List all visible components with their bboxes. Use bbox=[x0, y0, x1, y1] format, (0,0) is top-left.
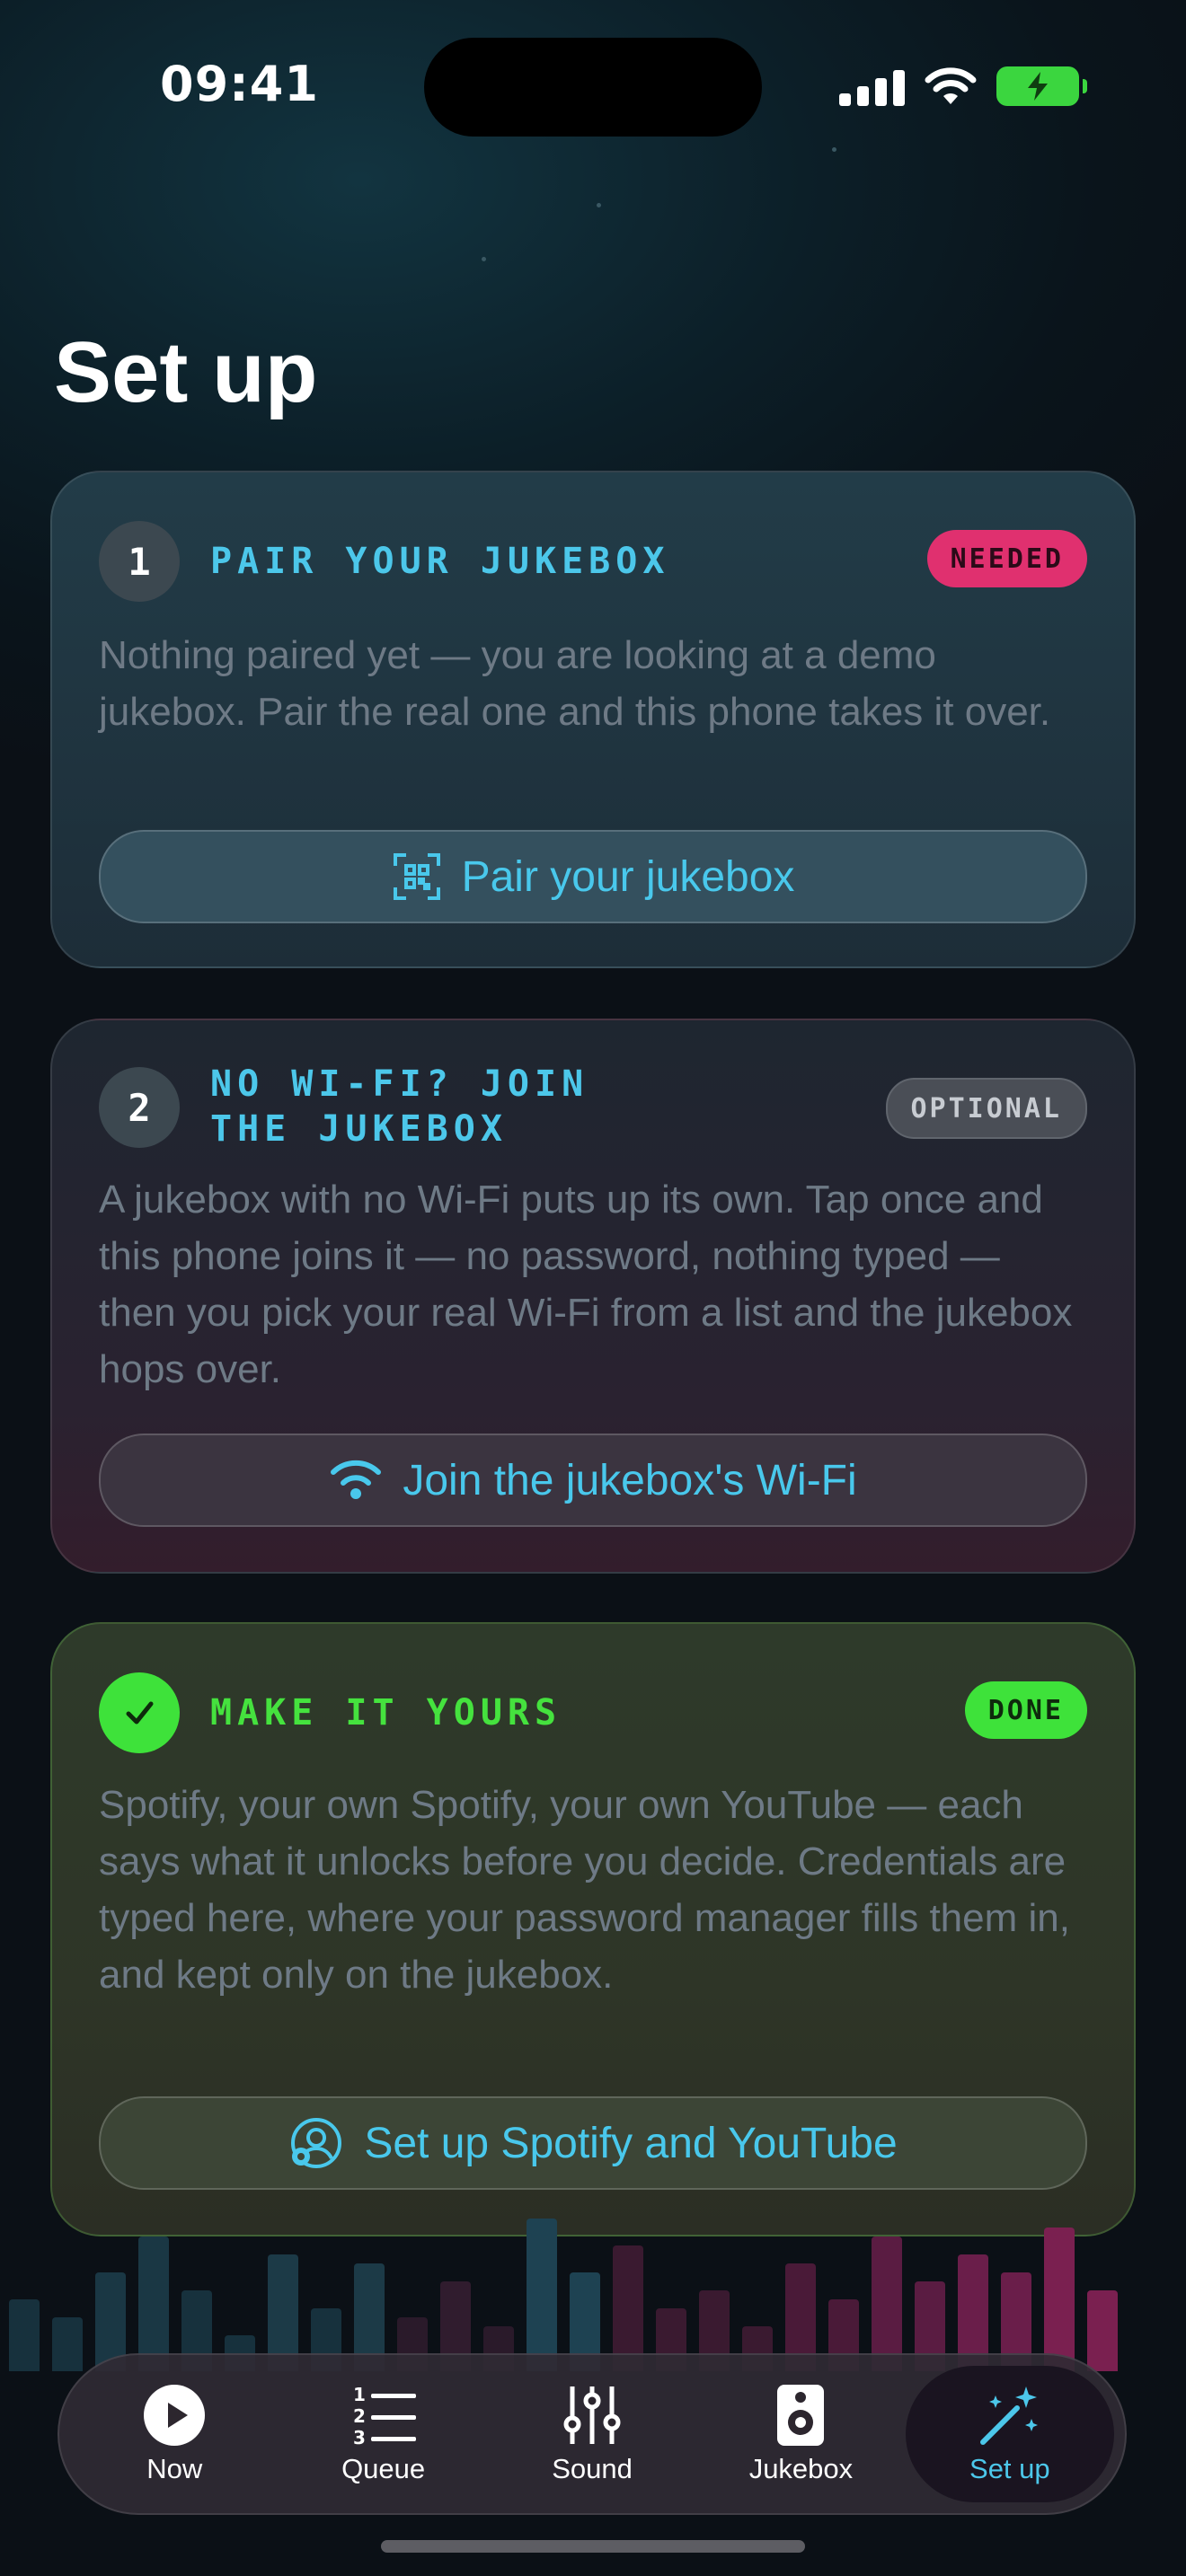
tab-label: Now bbox=[146, 2453, 203, 2484]
tab-label: Queue bbox=[341, 2453, 426, 2484]
card-description: Nothing paired yet — you are looking at … bbox=[99, 633, 1051, 734]
tab-set-up[interactable]: Set up bbox=[905, 2366, 1115, 2502]
speaker-icon bbox=[777, 2385, 825, 2446]
pair-jukebox-label: Pair your jukebox bbox=[461, 852, 795, 901]
tab-jukebox[interactable]: Jukebox bbox=[696, 2366, 905, 2502]
dynamic-island bbox=[424, 38, 762, 137]
tab-label: Sound bbox=[552, 2453, 633, 2484]
tab-label: Set up bbox=[969, 2453, 1050, 2484]
page-title: Set up bbox=[54, 324, 318, 420]
status-icons bbox=[839, 59, 1087, 113]
svg-text:3: 3 bbox=[353, 2427, 366, 2448]
sliders-icon bbox=[563, 2386, 621, 2444]
wifi-icon bbox=[331, 1460, 382, 1499]
cellular-signal-icon bbox=[839, 66, 905, 106]
tab-bar: Now 1 2 3 Queue Sound Jukebox Set up bbox=[58, 2353, 1127, 2515]
card-heading-line: PAIR YOUR JUKEBOX bbox=[210, 541, 670, 582]
pair-jukebox-button[interactable]: Pair your jukebox bbox=[99, 830, 1087, 923]
tab-now[interactable]: Now bbox=[70, 2366, 279, 2502]
card-heading-line: THE JUKEBOX bbox=[210, 1108, 508, 1150]
equalizer-background bbox=[0, 2192, 1186, 2371]
card-description: A jukebox with no Wi-Fi puts up its own.… bbox=[99, 1178, 1073, 1391]
status-badge-optional: OPTIONAL bbox=[885, 1078, 1087, 1139]
setup-services-button[interactable]: Set up Spotify and YouTube bbox=[99, 2096, 1087, 2190]
svg-text:2: 2 bbox=[353, 2405, 366, 2427]
battery-charging-icon bbox=[996, 66, 1087, 106]
tab-queue[interactable]: 1 2 3 Queue bbox=[279, 2366, 487, 2502]
home-indicator bbox=[381, 2540, 805, 2553]
card-description: Spotify, your own Spotify, your own YouT… bbox=[99, 1783, 1070, 1997]
svg-text:1: 1 bbox=[353, 2384, 366, 2405]
tab-label: Jukebox bbox=[748, 2453, 854, 2484]
status-time: 09:41 bbox=[160, 56, 319, 112]
card-heading: MAKE IT YOURS bbox=[210, 1690, 562, 1735]
account-settings-icon bbox=[291, 2118, 342, 2168]
step-number: 1 bbox=[99, 521, 180, 602]
join-wifi-button[interactable]: Join the jukebox's Wi-Fi bbox=[99, 1434, 1087, 1527]
setup-card-pair: 1 PAIR YOUR JUKEBOX NEEDED Nothing paire… bbox=[50, 471, 1136, 968]
status-badge-needed: NEEDED bbox=[926, 530, 1087, 587]
card-heading: NO WI-FI? JOIN THE JUKEBOX bbox=[210, 1062, 589, 1151]
checkmark-icon bbox=[99, 1672, 180, 1753]
setup-services-label: Set up Spotify and YouTube bbox=[364, 2119, 898, 2167]
play-circle-icon bbox=[144, 2385, 206, 2446]
setup-card-wifi: 2 NO WI-FI? JOIN THE JUKEBOX OPTIONAL A … bbox=[50, 1019, 1136, 1574]
magic-wand-icon bbox=[979, 2386, 1038, 2445]
setup-card-make-it-yours: MAKE IT YOURS DONE Spotify, your own Spo… bbox=[50, 1622, 1136, 2236]
join-wifi-label: Join the jukebox's Wi-Fi bbox=[403, 1456, 857, 1504]
step-number: 2 bbox=[99, 1067, 180, 1148]
wifi-status-icon bbox=[925, 67, 977, 104]
card-heading: PAIR YOUR JUKEBOX bbox=[210, 539, 669, 584]
numbered-list-icon: 1 2 3 bbox=[353, 2384, 416, 2448]
card-heading-line: NO WI-FI? JOIN bbox=[210, 1063, 589, 1105]
status-badge-done: DONE bbox=[964, 1681, 1087, 1739]
tab-sound[interactable]: Sound bbox=[488, 2366, 696, 2502]
qr-code-icon bbox=[393, 853, 440, 900]
card-heading-line: MAKE IT YOURS bbox=[210, 1692, 562, 1734]
